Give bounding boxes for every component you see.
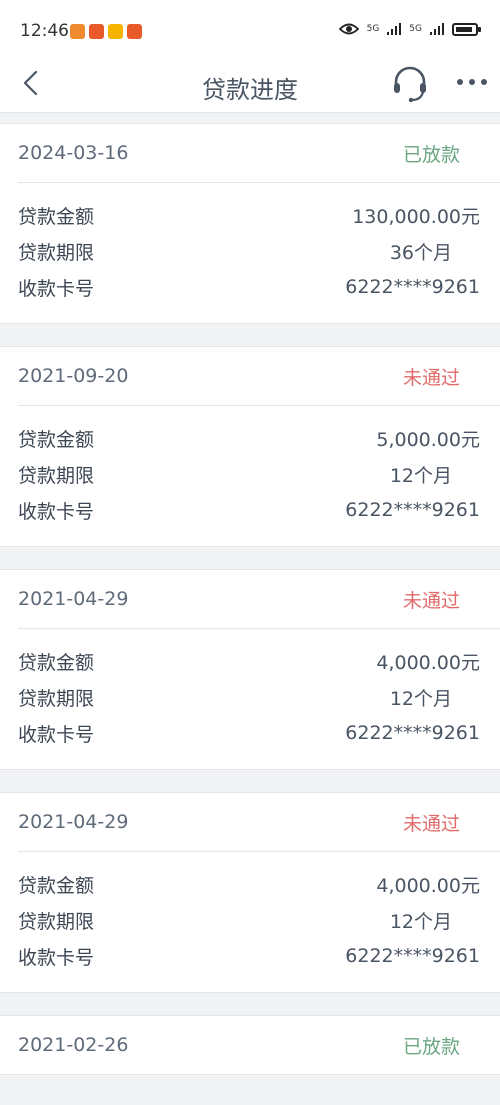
loan-term-value: 12个月: [389, 687, 452, 710]
loan-status: 已放款: [402, 1035, 460, 1058]
loan-term-label: 贷款期限: [18, 464, 95, 487]
loan-card-value: 6222****9261: [345, 722, 480, 744]
loan-amount-row: 贷款金额 130,000.00元: [18, 197, 482, 233]
loan-card-row: 收款卡号 6222****9261: [18, 269, 482, 305]
loan-card-header: 2021-04-29 未通过: [0, 570, 500, 628]
loan-date: 2021-04-29: [18, 811, 129, 833]
loan-card-row: 收款卡号 6222****9261: [18, 938, 482, 974]
signal-icon: [430, 23, 444, 35]
notification-icons: [70, 24, 142, 39]
signal-label-2: 5G: [409, 24, 422, 34]
loan-term-value: 12个月: [389, 464, 452, 487]
loan-status: 未通过: [402, 366, 460, 389]
loan-list: 2024-03-16 已放款 贷款金额 130,000.00元 贷款期限 36个…: [0, 113, 500, 1075]
loan-card-value: 6222****9261: [345, 276, 480, 298]
app-notification-icon: [108, 24, 123, 39]
loan-card-header: 2021-09-20 未通过: [0, 347, 500, 405]
loan-card-body: 贷款金额 5,000.00元 贷款期限 12个月 收款卡号 6222****92…: [0, 406, 500, 546]
eye-icon: [338, 23, 359, 35]
loan-amount-value: 5,000.00元: [376, 428, 480, 451]
loan-card-label: 收款卡号: [18, 723, 95, 746]
loan-term-row: 贷款期限 12个月: [18, 456, 482, 492]
loan-term-row: 贷款期限 12个月: [18, 679, 482, 715]
loan-card[interactable]: 2021-04-29 未通过 贷款金额 4,000.00元 贷款期限 12个月 …: [0, 792, 500, 993]
loan-date: 2021-02-26: [18, 1034, 129, 1056]
loan-date: 2021-09-20: [18, 365, 129, 387]
battery-icon: [452, 22, 481, 36]
status-bar: 12:46 5G 5G: [0, 0, 500, 60]
loan-card[interactable]: 2024-03-16 已放款 贷款金额 130,000.00元 贷款期限 36个…: [0, 123, 500, 324]
loan-amount-row: 贷款金额 5,000.00元: [18, 420, 482, 456]
signal-label-1: 5G: [366, 24, 380, 34]
loan-term-row: 贷款期限 36个月: [18, 233, 482, 269]
loan-date: 2021-04-29: [18, 588, 129, 610]
loan-amount-value: 130,000.00元: [352, 205, 480, 228]
loan-card-header: 2024-03-16 已放款: [0, 124, 500, 182]
loan-card[interactable]: 2021-09-20 未通过 贷款金额 5,000.00元 贷款期限 12个月 …: [0, 346, 500, 547]
loan-amount-value: 4,000.00元: [376, 651, 480, 674]
app-notification-icon: [89, 24, 104, 39]
loan-card-body: 贷款金额 130,000.00元 贷款期限 36个月 收款卡号 6222****…: [0, 183, 500, 323]
status-time: 12:46: [20, 21, 69, 41]
loan-amount-label: 贷款金额: [18, 428, 95, 451]
loan-term-label: 贷款期限: [18, 687, 95, 710]
loan-term-value: 36个月: [389, 241, 452, 264]
loan-status: 未通过: [402, 589, 460, 612]
loan-card-label: 收款卡号: [18, 277, 95, 300]
loan-status: 未通过: [402, 812, 460, 835]
loan-card[interactable]: 2021-04-29 未通过 贷款金额 4,000.00元 贷款期限 12个月 …: [0, 569, 500, 770]
loan-amount-label: 贷款金额: [18, 205, 95, 228]
loan-term-value: 12个月: [389, 910, 452, 933]
loan-term-row: 贷款期限 12个月: [18, 902, 482, 938]
loan-term-label: 贷款期限: [18, 241, 95, 264]
loan-card-value: 6222****9261: [345, 945, 480, 967]
loan-card-header: 2021-04-29 未通过: [0, 793, 500, 851]
app-notification-icon: [127, 24, 142, 39]
loan-status: 已放款: [402, 143, 460, 166]
loan-amount-value: 4,000.00元: [376, 874, 480, 897]
loan-amount-row: 贷款金额 4,000.00元: [18, 866, 482, 902]
loan-card-label: 收款卡号: [18, 500, 95, 523]
more-dots-icon[interactable]: [455, 70, 489, 94]
nav-bar: 贷款进度: [0, 60, 500, 113]
loan-amount-label: 贷款金额: [18, 651, 95, 674]
loan-amount-row: 贷款金额 4,000.00元: [18, 643, 482, 679]
loan-card-body: 贷款金额 4,000.00元 贷款期限 12个月 收款卡号 6222****92…: [0, 629, 500, 769]
loan-card-header: 2021-02-26 已放款: [0, 1016, 500, 1074]
loan-card[interactable]: 2021-02-26 已放款: [0, 1015, 500, 1075]
loan-card-row: 收款卡号 6222****9261: [18, 492, 482, 528]
loan-card-body: 贷款金额 4,000.00元 贷款期限 12个月 收款卡号 6222****92…: [0, 852, 500, 992]
loan-card-label: 收款卡号: [18, 946, 95, 969]
loan-term-label: 贷款期限: [18, 910, 95, 933]
loan-date: 2024-03-16: [18, 142, 129, 164]
app-notification-icon: [70, 24, 85, 39]
signal-icon: [387, 23, 402, 35]
loan-card-row: 收款卡号 6222****9261: [18, 715, 482, 751]
loan-card-value: 6222****9261: [345, 499, 480, 521]
headset-icon[interactable]: [390, 64, 430, 104]
status-right: 5G 5G: [338, 22, 481, 36]
loan-amount-label: 贷款金额: [18, 874, 95, 897]
